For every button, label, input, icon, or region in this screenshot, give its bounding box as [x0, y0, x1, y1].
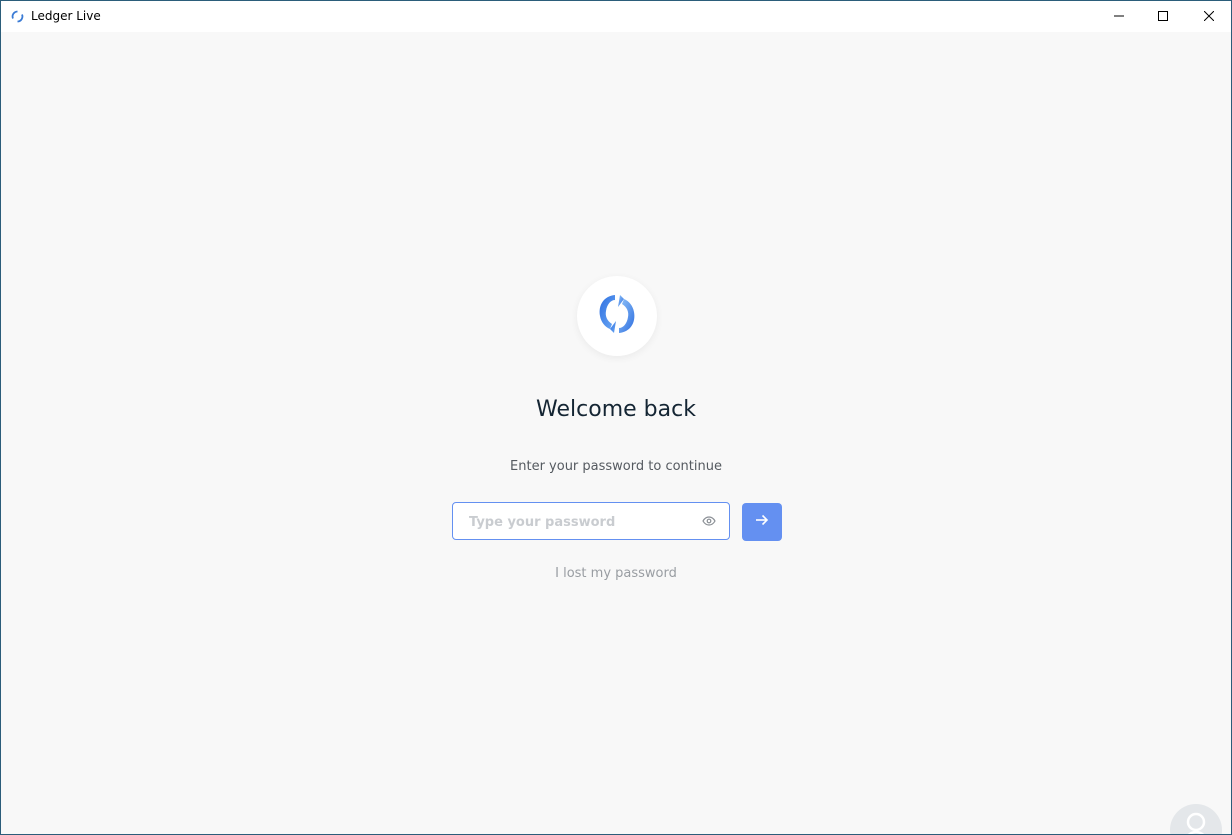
- title-bar[interactable]: Ledger Live: [1, 1, 1231, 32]
- password-input[interactable]: [467, 503, 691, 541]
- window-title: Ledger Live: [31, 9, 101, 23]
- ledger-sync-logo-icon: [592, 289, 642, 344]
- submit-password-button[interactable]: [742, 503, 782, 541]
- close-icon: [1203, 8, 1215, 26]
- minimize-button[interactable]: [1096, 1, 1142, 32]
- app-window: Ledger Live Welcome back Enter your pass…: [0, 0, 1232, 835]
- eye-icon[interactable]: [701, 513, 717, 529]
- password-prompt: Enter your password to continue: [510, 459, 722, 474]
- person-silhouette-logo-icon: [1170, 804, 1222, 834]
- close-button[interactable]: [1186, 1, 1231, 32]
- arrow-right-icon: [755, 513, 769, 531]
- app-logo: [577, 276, 657, 356]
- lock-screen: Welcome back Enter your password to cont…: [1, 32, 1231, 834]
- maximize-button[interactable]: [1140, 1, 1186, 32]
- lost-password-link[interactable]: I lost my password: [1, 566, 1231, 581]
- password-field[interactable]: [452, 502, 730, 541]
- ledger-live-icon: [11, 10, 24, 23]
- minimize-icon: [1114, 8, 1124, 26]
- maximize-icon: [1158, 8, 1168, 26]
- welcome-heading: Welcome back: [536, 397, 696, 422]
